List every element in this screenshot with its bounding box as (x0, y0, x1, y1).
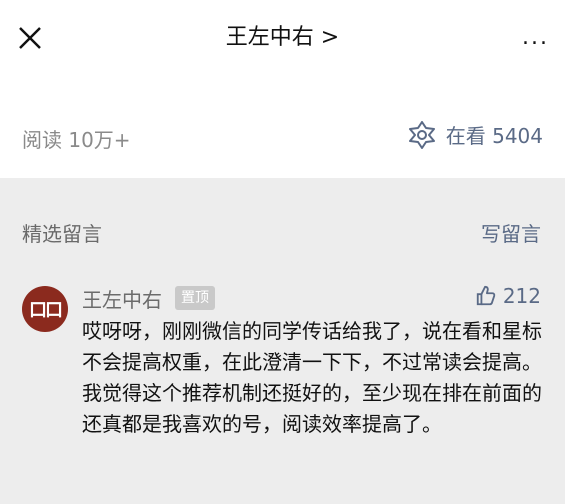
read-count: 阅读 10万+ (22, 128, 131, 152)
looking-button[interactable]: 在看 5404 (408, 120, 543, 149)
write-comment-button[interactable]: 写留言 (481, 218, 541, 247)
avatar[interactable]: 口口 (22, 286, 68, 332)
like-count: 212 (502, 284, 541, 308)
pinned-badge: 置顶 (175, 286, 215, 310)
stats-bar: 阅读 10万+ 在看 5404 (0, 78, 565, 178)
thumbs-up-icon (476, 285, 496, 306)
account-title[interactable]: 王左中右 > (0, 24, 565, 52)
comment-author[interactable]: 王左中右 (82, 284, 162, 313)
top-bar: 王左中右 > ... (0, 0, 565, 78)
like-button[interactable]: 212 (475, 284, 541, 308)
looking-count: 在看 5404 (445, 124, 543, 148)
selected-comments-title: 精选留言 (22, 222, 102, 246)
comment-text: 哎呀呀，刚刚微信的同学传话给我了，说在看和星标不会提高权重，在此澄清一下下，不过… (82, 319, 542, 436)
more-button[interactable]: ... (522, 27, 549, 49)
looking-star-icon (408, 120, 435, 149)
avatar-logo-text: 口口 (29, 300, 63, 321)
comments-section: 精选留言 写留言 口口 王左中右 置顶 212 哎呀呀，刚刚微信的同学传话给我了… (0, 178, 565, 504)
